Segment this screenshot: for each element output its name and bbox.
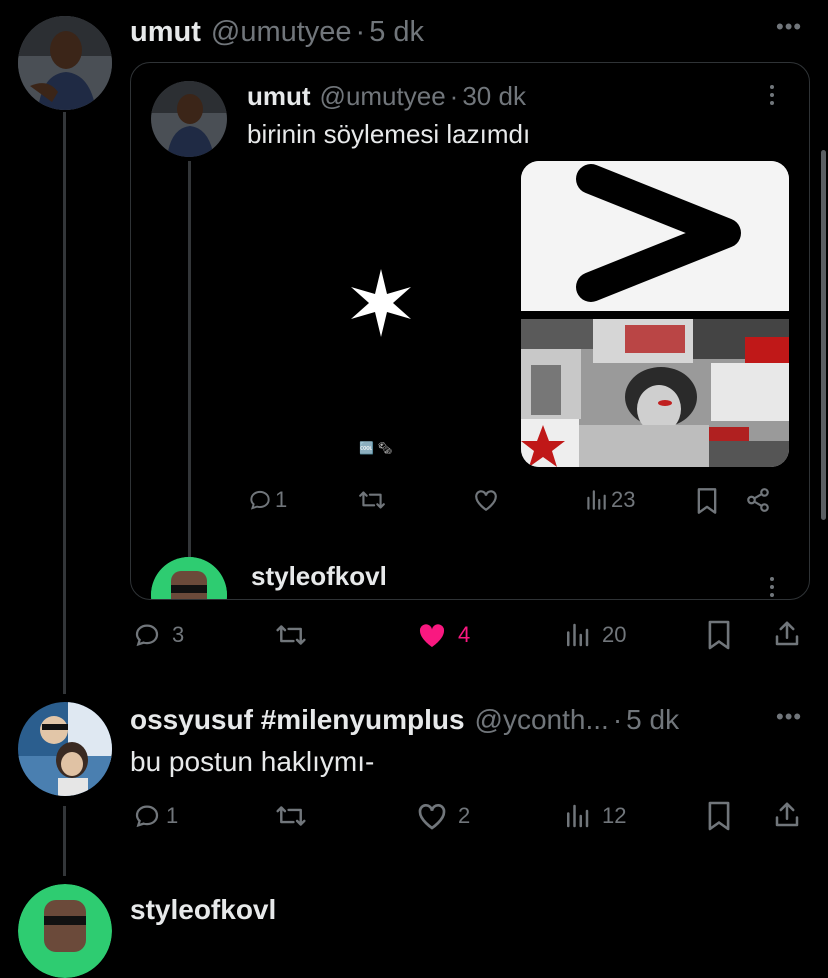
more-options-icon[interactable] (770, 577, 776, 599)
bookmark-icon (697, 488, 717, 514)
timestamp[interactable]: 5 dk (626, 704, 679, 736)
share-button[interactable] (745, 487, 771, 513)
bookmark-icon (708, 801, 730, 831)
views-button[interactable]: 20 (562, 620, 626, 650)
post-text: birinin söylemesi lazımdı (247, 119, 531, 149)
display-name[interactable]: umut (130, 16, 201, 49)
bookmark-button[interactable] (695, 487, 719, 515)
display-name[interactable]: ossyusuf #milenyumplus (130, 704, 465, 736)
avatar[interactable] (18, 702, 112, 796)
bookmark-button[interactable] (706, 619, 732, 651)
like-count: 2 (458, 803, 471, 828)
reply-button[interactable]: 3 (132, 620, 184, 650)
repost-icon (276, 625, 306, 645)
repost-icon (359, 491, 385, 509)
handle[interactable]: @umutyee (211, 16, 352, 49)
nested-reply-name[interactable]: styleofkovl (251, 561, 387, 592)
heart-filled-icon (419, 624, 445, 647)
share-button[interactable] (772, 800, 802, 830)
share-upload-icon (775, 621, 799, 646)
separator: · (449, 81, 459, 111)
repost-button[interactable] (274, 801, 308, 831)
reply-icon (135, 624, 159, 647)
scrollbar[interactable] (821, 150, 826, 520)
views-count: 20 (602, 622, 627, 647)
views-count: 23 (611, 487, 636, 512)
like-button[interactable]: 4 (416, 620, 470, 650)
reply-icon (135, 805, 159, 828)
small-caption: 🆒 🗞 (359, 441, 393, 455)
heart-icon (418, 804, 446, 830)
share-button[interactable] (772, 619, 802, 649)
quoted-post-card[interactable]: umut @umutyee · 30 dk birinin söylemesi … (130, 62, 810, 600)
avatar[interactable] (151, 557, 227, 599)
more-options-icon[interactable]: ••• (776, 704, 802, 730)
thread-line (63, 806, 66, 876)
timestamp[interactable]: 5 dk (369, 16, 424, 49)
handle[interactable]: @umutyee (320, 81, 446, 112)
timestamp[interactable]: 30 dk (462, 81, 526, 112)
reply-count: 1 (275, 487, 288, 512)
display-name[interactable]: styleofkovl (130, 894, 276, 926)
reply-button[interactable]: 1 (247, 487, 287, 513)
post-header: umut @umutyee · 5 dk (130, 16, 424, 49)
more-options-icon[interactable] (770, 85, 776, 109)
repost-button[interactable] (274, 620, 308, 650)
more-options-icon[interactable]: ••• (776, 14, 802, 40)
thread-line (63, 112, 66, 694)
repost-icon (276, 806, 306, 826)
views-button[interactable]: 23 (583, 487, 635, 513)
reply-count: 3 (172, 622, 185, 647)
media-image-collage[interactable] (521, 319, 789, 467)
heart-icon (475, 490, 497, 512)
quoted-post-header: umut @umutyee · 30 dk (247, 81, 526, 112)
share-icon (747, 488, 769, 512)
avatar[interactable] (151, 81, 227, 157)
media-image-arrow[interactable] (521, 161, 789, 311)
like-button[interactable]: 2 (416, 801, 470, 831)
views-icon (567, 804, 589, 828)
bookmark-button[interactable] (706, 800, 732, 832)
separator: · (612, 704, 623, 735)
post-text: bu postun haklıymı- (130, 746, 375, 777)
reply-count: 1 (166, 803, 179, 828)
like-count: 4 (458, 622, 471, 647)
like-button[interactable] (473, 488, 499, 512)
handle[interactable]: @yconth... (475, 704, 609, 736)
reply-button[interactable]: 1 (132, 801, 178, 831)
post-header: ossyusuf #milenyumplus @yconth... · 5 dk (130, 704, 679, 736)
avatar[interactable] (18, 884, 112, 978)
avatar[interactable] (18, 16, 112, 110)
star-icon (343, 265, 419, 346)
repost-button[interactable] (357, 487, 387, 513)
share-upload-icon (775, 802, 799, 827)
views-count: 12 (602, 803, 627, 828)
thread-line (188, 161, 191, 599)
views-button[interactable]: 12 (562, 801, 626, 831)
separator: · (355, 16, 366, 48)
views-icon (567, 623, 589, 647)
views-icon (587, 490, 606, 510)
bookmark-icon (708, 620, 730, 650)
display-name[interactable]: umut (247, 81, 311, 112)
reply-icon (250, 490, 270, 510)
